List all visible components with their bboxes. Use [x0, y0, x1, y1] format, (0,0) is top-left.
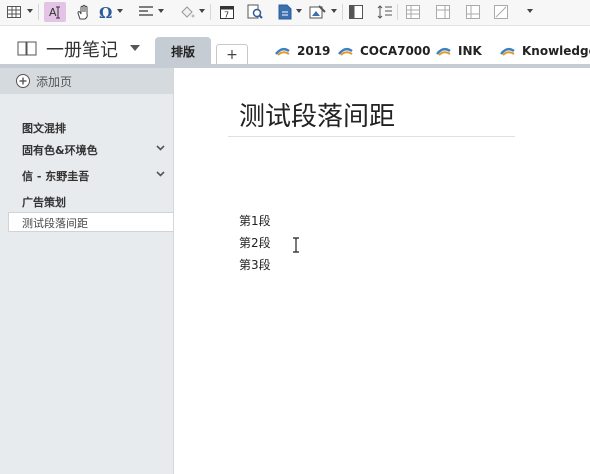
table-icon[interactable] — [6, 2, 22, 22]
chevron-down-icon[interactable] — [199, 9, 205, 13]
toolbar-divider — [210, 4, 211, 20]
tab-section-coca7000[interactable]: COCA7000 — [338, 41, 431, 61]
chevron-down-icon[interactable] — [156, 145, 165, 151]
add-page-button[interactable]: 添加页 — [0, 68, 173, 94]
toolbar-divider — [38, 4, 39, 20]
tab-section-knowledge[interactable]: Knowledge — [500, 41, 590, 61]
chevron-down-icon[interactable] — [296, 9, 302, 13]
add-section-button[interactable]: + — [216, 44, 248, 65]
grid-icon[interactable] — [465, 2, 481, 22]
more-icon[interactable] — [527, 9, 533, 13]
view-icon[interactable] — [348, 2, 364, 22]
tab-label: INK — [458, 44, 482, 58]
format-painter-icon[interactable]: A — [44, 2, 66, 22]
chevron-down-icon[interactable] — [130, 45, 140, 51]
paragraph-2[interactable]: 第2段 — [239, 234, 271, 251]
svg-text:A: A — [49, 6, 57, 19]
page-item-selected[interactable]: 测试段落间距 — [8, 212, 173, 232]
fill-icon[interactable] — [178, 2, 196, 22]
toolbar-divider — [342, 4, 343, 20]
notebook-icon[interactable] — [16, 38, 38, 58]
chevron-down-icon[interactable] — [27, 9, 33, 13]
chevron-down-icon[interactable] — [331, 9, 337, 13]
section-icon — [338, 47, 353, 56]
svg-text:Ω: Ω — [99, 4, 112, 20]
page-item-3[interactable]: 信 - 东野圭吾 — [22, 168, 89, 184]
text-cursor-icon — [293, 237, 299, 253]
add-circle-icon — [16, 74, 30, 88]
chevron-down-icon[interactable] — [156, 171, 165, 177]
ink-image-icon[interactable] — [308, 2, 328, 22]
title-underline — [228, 136, 515, 137]
section-icon — [436, 47, 451, 56]
paragraph-1[interactable]: 第1段 — [239, 212, 271, 229]
draw-icon[interactable] — [493, 2, 509, 22]
page-item-label: 测试段落间距 — [22, 217, 88, 230]
align-icon[interactable] — [138, 2, 154, 22]
plus-icon: + — [226, 47, 238, 63]
page-item-4[interactable]: 广告策划 — [22, 194, 66, 210]
section-icon — [275, 47, 290, 56]
tab-section-2019[interactable]: 2019 — [275, 41, 330, 61]
chevron-down-icon[interactable] — [117, 9, 123, 13]
tab-label: 2019 — [297, 44, 331, 58]
page-item-1[interactable]: 图文混排 — [22, 120, 66, 136]
grid-icon[interactable] — [435, 2, 451, 22]
notebook-title[interactable]: 一册笔记 — [46, 36, 118, 62]
svg-text:7: 7 — [224, 11, 229, 20]
calendar-icon[interactable]: 7 — [218, 2, 236, 22]
add-page-label: 添加页 — [36, 74, 73, 89]
line-spacing-icon[interactable] — [377, 2, 393, 22]
page-icon[interactable] — [277, 2, 293, 22]
symbol-icon[interactable]: Ω — [98, 2, 114, 22]
find-icon[interactable] — [246, 2, 264, 22]
toolbar-divider — [397, 4, 398, 20]
ribbon-toolbar: A Ω 7 — [0, 0, 590, 26]
page-list-sidebar: 添加页 图文混排 固有色&环境色 信 - 东野圭吾 广告策划 测试段落间距 — [0, 68, 174, 474]
paragraph-3[interactable]: 第3段 — [239, 256, 271, 273]
page-item-2[interactable]: 固有色&环境色 — [22, 142, 98, 158]
chevron-down-icon[interactable] — [158, 9, 164, 13]
tab-active-section[interactable]: 排版 — [155, 37, 211, 65]
tab-label: Knowledge — [522, 44, 590, 58]
tab-label: COCA7000 — [360, 44, 431, 58]
grid-icon[interactable] — [405, 2, 421, 22]
hand-icon[interactable] — [75, 2, 91, 22]
tab-section-ink[interactable]: INK — [436, 41, 482, 61]
page-title[interactable]: 测试段落间距 — [239, 96, 395, 133]
section-icon — [500, 47, 515, 56]
tab-label: 排版 — [170, 44, 195, 59]
